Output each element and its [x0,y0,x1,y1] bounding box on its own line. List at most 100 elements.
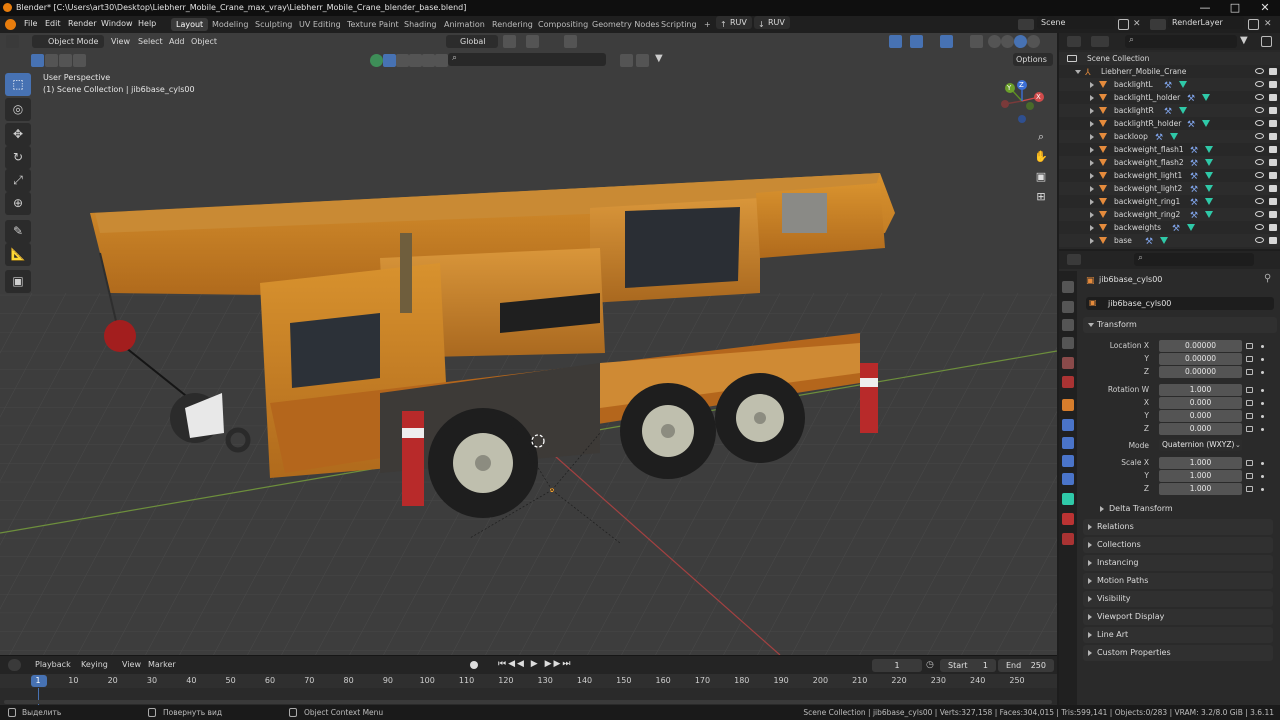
clock-icon[interactable] [8,659,21,671]
render-camera-icon[interactable] [1269,198,1277,205]
select-box-tool-icon[interactable]: ⬚ [5,73,31,96]
eye-icon[interactable] [1255,185,1264,191]
eye-icon[interactable] [1255,146,1264,152]
expand-icon[interactable] [1090,95,1094,101]
tab-modeling[interactable]: Modeling [207,18,253,31]
list-item[interactable]: backlightR_holder ⚒ [1059,117,1280,130]
rotation-w-field[interactable]: 1.000 [1159,384,1242,396]
keyframe-dot-icon[interactable] [1261,428,1264,431]
list-item[interactable]: backweight_light1 ⚒ [1059,169,1280,182]
3d-viewport[interactable]: X Y Z Object Mode View Select Add Object… [0,33,1057,655]
xray-icon[interactable] [970,35,983,48]
expand-icon[interactable] [1090,160,1094,166]
render-camera-icon[interactable] [1269,224,1277,231]
list-item[interactable]: backweight_flash2 ⚒ [1059,156,1280,169]
menu-window[interactable]: Window [101,19,133,28]
camera-filter-icon[interactable] [435,54,448,67]
expand-icon[interactable] [1075,70,1081,74]
list-item[interactable]: backweights ⚒ [1059,221,1280,234]
visibility-icon[interactable] [889,35,902,48]
pivot-icon[interactable] [503,35,516,48]
list-item[interactable]: backweight_flash1 ⚒ [1059,143,1280,156]
camera-view-icon[interactable]: ▣ [1032,168,1050,186]
expand-icon[interactable] [1090,212,1094,218]
start-frame-field[interactable]: Start 1 [940,659,996,672]
eye-icon[interactable] [1255,81,1264,87]
lock-icon[interactable] [1246,356,1253,362]
add-workspace-button[interactable]: + [699,18,716,31]
list-item[interactable]: backlightR ⚒ [1059,104,1280,117]
cursor-tool-icon[interactable]: ◎ [5,98,31,121]
overlay-toggle-icon[interactable] [940,35,953,48]
add-cube-tool-icon[interactable]: ▣ [5,270,31,293]
scale-tool-icon[interactable]: ⤢ [5,169,31,192]
scale-x-field[interactable]: 1.000 [1159,457,1242,469]
expand-icon[interactable] [1090,238,1094,244]
keyframe-dot-icon[interactable] [1261,475,1264,478]
gizmo-toggle-icon[interactable] [910,35,923,48]
view-layer-field[interactable]: RenderLayer [1168,16,1244,29]
perspective-grid-icon[interactable]: ⊞ [1032,188,1050,206]
list-item[interactable]: backlightL ⚒ [1059,78,1280,91]
eye-icon[interactable] [1255,172,1264,178]
record-icon[interactable] [470,661,478,669]
texture-tab-icon[interactable] [1062,533,1074,545]
expand-icon[interactable] [1090,134,1094,140]
line-art-panel-header[interactable]: Line Art [1083,627,1273,643]
keyframe-dot-icon[interactable] [1261,462,1264,465]
object-filter-icon[interactable] [383,54,396,67]
render-camera-icon[interactable] [1269,237,1277,244]
render-camera-icon[interactable] [1269,68,1277,75]
close-button[interactable]: ✕ [1250,1,1280,14]
pin-icon[interactable]: ⚲ [1264,273,1271,284]
menu-select[interactable]: Select [138,35,163,48]
scene-selector-icon[interactable] [1018,19,1034,30]
transform-panel-header[interactable]: Transform [1083,317,1277,333]
motion-paths-panel-header[interactable]: Motion Paths [1083,573,1273,589]
solid-shading-icon[interactable] [1001,35,1014,48]
output-tab-icon[interactable] [1062,319,1074,331]
menu-playback[interactable]: Playback [35,660,71,669]
mesh-filter-icon[interactable] [396,54,409,67]
eye-icon[interactable] [1255,94,1264,100]
select-intersect-icon[interactable] [73,54,86,67]
tab-layout[interactable]: Layout [171,18,209,31]
lock-icon[interactable] [1246,473,1253,479]
display-mode-icon[interactable] [1091,36,1109,47]
current-frame-field[interactable]: 1 [872,659,922,672]
lock-icon[interactable] [1246,343,1253,349]
mode-dropdown[interactable]: Object Mode [32,35,104,48]
keyframe-dot-icon[interactable] [1261,345,1264,348]
transform-orientation-dropdown[interactable]: Global [446,35,498,48]
tab-geometry-nodes[interactable]: Geometry Nodes [587,18,664,31]
annotate-tool-icon[interactable]: ✎ [5,220,31,243]
keyframe-dot-icon[interactable] [1261,415,1264,418]
collections-panel-header[interactable]: Collections [1083,537,1273,553]
menu-help[interactable]: Help [138,19,156,28]
keyframe-dot-icon[interactable] [1261,488,1264,491]
eye-icon[interactable] [1255,120,1264,126]
rotate-tool-icon[interactable]: ↻ [5,146,31,169]
material-tab-icon[interactable] [1062,513,1074,525]
material-shading-icon[interactable] [1014,35,1027,48]
render-camera-icon[interactable] [1269,120,1277,127]
timeline-scrollbar[interactable] [4,700,1052,704]
scene-name-field[interactable]: Scene [1037,16,1115,29]
eye-icon[interactable] [1255,159,1264,165]
eye-icon[interactable] [1255,211,1264,217]
viewport-search-input[interactable] [448,53,606,66]
render-camera-icon[interactable] [1269,211,1277,218]
layers-icon[interactable] [370,54,383,67]
filter-icon[interactable]: ▼ [655,53,663,64]
location-z-field[interactable]: 0.00000 [1159,366,1242,378]
root-object-row[interactable]: ⅄ Liebherr_Mobile_Crane [1059,65,1280,78]
menu-view[interactable]: View [111,35,130,48]
list-item[interactable]: backweight_light2 ⚒ [1059,182,1280,195]
rotation-z-field[interactable]: 0.000 [1159,423,1242,435]
location-x-field[interactable]: 0.00000 [1159,340,1242,352]
expand-icon[interactable] [1090,121,1094,127]
bookmark-icon[interactable] [620,54,633,67]
select-box-mode-icon[interactable] [31,54,44,67]
menu-add[interactable]: Add [169,35,185,48]
expand-icon[interactable] [1090,173,1094,179]
